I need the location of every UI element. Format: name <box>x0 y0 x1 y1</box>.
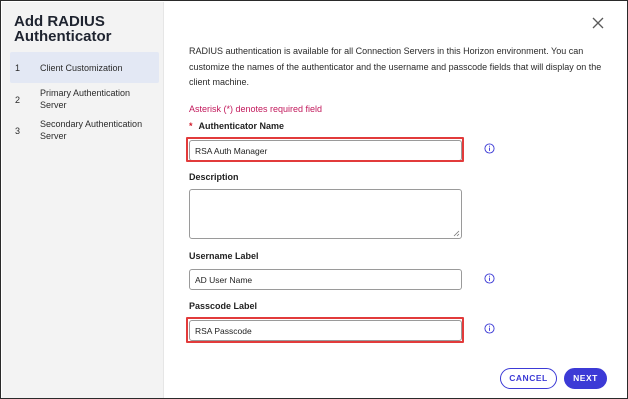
close-icon <box>592 17 604 29</box>
step-number: 2 <box>15 95 21 105</box>
step-label: Client Customization <box>40 63 123 73</box>
dialog: Add RADIUS Authenticator 1 Client Custom… <box>0 0 628 399</box>
wizard-sidebar: Add RADIUS Authenticator 1 Client Custom… <box>2 2 164 398</box>
step-label: Secondary Authentication Server <box>40 119 143 141</box>
passcode-label-input[interactable] <box>189 320 462 341</box>
sidebar-step-client-customization[interactable]: 1 Client Customization <box>10 52 159 83</box>
step-number: 3 <box>15 126 21 136</box>
next-button[interactable]: NEXT <box>564 368 607 389</box>
required-field-note: Asterisk (*) denotes required field <box>189 104 323 114</box>
description-textarea[interactable] <box>189 189 462 239</box>
username-label-label: Username Label <box>189 251 259 261</box>
sidebar-step-primary-auth-server[interactable]: 2 Primary Authentication Server <box>10 86 159 114</box>
resize-grip-icon[interactable] <box>453 230 460 237</box>
username-label-input[interactable] <box>189 269 462 290</box>
authenticator-name-label-text: Authenticator Name <box>198 121 285 131</box>
info-icon[interactable] <box>484 273 495 284</box>
intro-text: RADIUS authentication is available for a… <box>189 46 602 87</box>
authenticator-name-input[interactable] <box>189 140 462 161</box>
step-label: Primary Authentication Server <box>40 88 131 110</box>
cancel-button[interactable]: CANCEL <box>500 368 557 389</box>
passcode-label-label: Passcode Label <box>189 301 258 311</box>
dialog-title: Add RADIUS Authenticator <box>14 13 112 45</box>
step-number: 1 <box>15 63 21 73</box>
info-icon[interactable] <box>484 143 495 154</box>
description-label: Description <box>189 172 239 182</box>
sidebar-step-secondary-auth-server[interactable]: 3 Secondary Authentication Server <box>10 117 159 145</box>
info-icon[interactable] <box>484 323 495 334</box>
close-button[interactable] <box>590 15 606 31</box>
authenticator-name-label: * Authenticator Name <box>189 121 284 131</box>
required-asterisk: * <box>189 121 193 131</box>
